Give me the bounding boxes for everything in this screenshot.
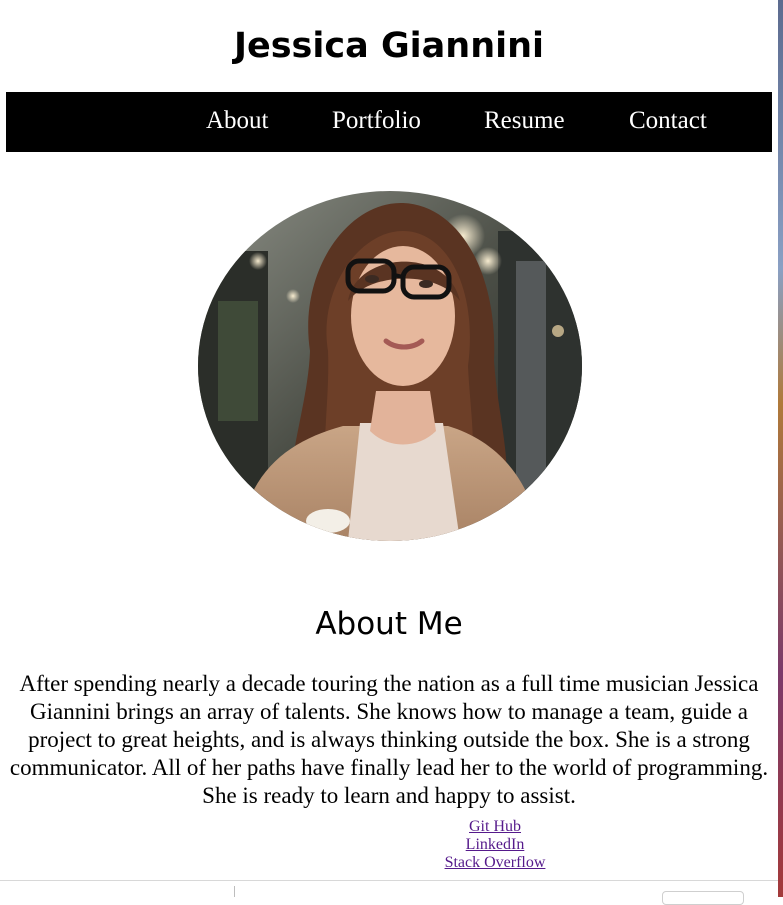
nav-link-about[interactable]: About <box>206 106 269 136</box>
footer-control[interactable] <box>662 891 744 905</box>
site-title: Jessica Giannini <box>233 26 545 66</box>
github-link[interactable]: Git Hub <box>395 818 595 836</box>
footer-divider-line <box>0 880 778 881</box>
social-links: Git Hub LinkedIn Stack Overflow <box>395 818 595 872</box>
profile-photo <box>198 191 582 541</box>
about-paragraph: After spending nearly a decade touring t… <box>9 671 769 808</box>
footer-separator <box>234 886 235 897</box>
nav-link-contact[interactable]: Contact <box>629 106 707 136</box>
nav-link-resume[interactable]: Resume <box>484 106 565 136</box>
stackoverflow-link[interactable]: Stack Overflow <box>395 854 595 872</box>
main-navbar: About Portfolio Resume Contact <box>6 92 772 152</box>
linkedin-link[interactable]: LinkedIn <box>395 836 595 854</box>
nav-link-portfolio[interactable]: Portfolio <box>332 106 421 136</box>
window-edge <box>778 0 783 897</box>
about-heading: About Me <box>315 606 463 642</box>
